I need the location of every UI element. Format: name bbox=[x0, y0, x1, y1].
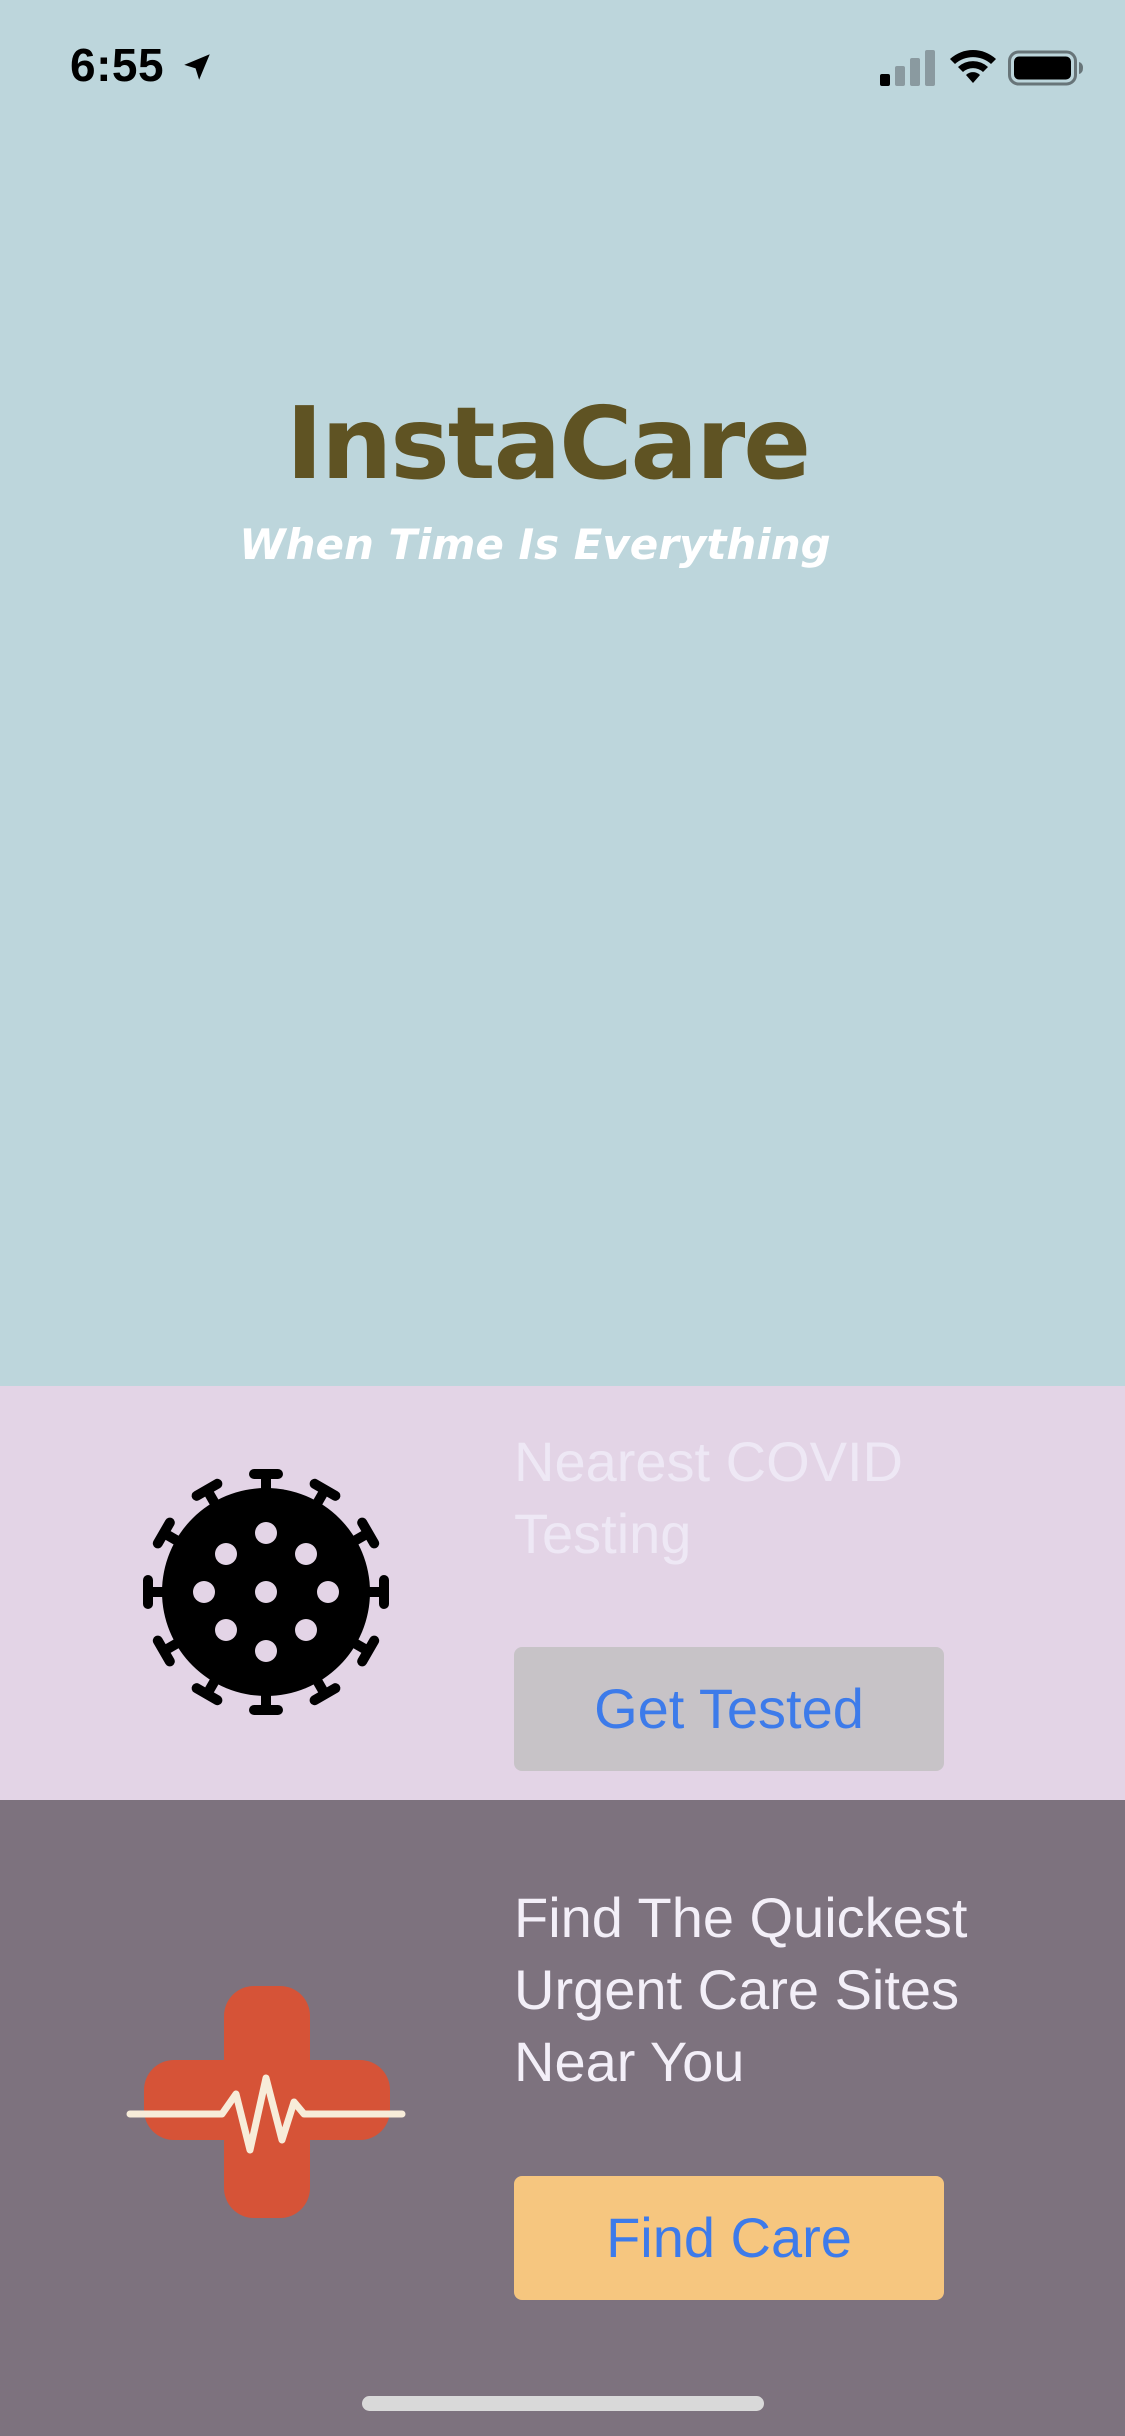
wifi-icon bbox=[950, 50, 996, 83]
status-time: 6:55 bbox=[70, 39, 165, 91]
battery-icon bbox=[1008, 50, 1083, 86]
status-bar: 6:55 bbox=[0, 0, 1125, 140]
medical-cross-heartbeat-icon bbox=[126, 1986, 406, 2218]
home-indicator[interactable] bbox=[362, 2396, 764, 2411]
find-care-button[interactable]: Find Care bbox=[514, 2176, 944, 2300]
screen: 6:55 InstaCare When Time Is Everything N… bbox=[0, 0, 1125, 2436]
get-tested-button[interactable]: Get Tested bbox=[514, 1647, 944, 1771]
app-title: InstaCare bbox=[285, 385, 811, 502]
hero-section: 6:55 InstaCare When Time Is Everything bbox=[0, 0, 1125, 1386]
urgent-care-heading: Find The Quickest Urgent Care Sites Near… bbox=[514, 1886, 968, 2093]
covid-testing-heading: Nearest COVID Testing bbox=[514, 1430, 903, 1565]
virus-icon bbox=[143, 1469, 389, 1715]
location-arrow-icon bbox=[184, 54, 210, 80]
cellular-signal-icon bbox=[880, 50, 935, 86]
app-tagline: When Time Is Everything bbox=[239, 520, 831, 569]
